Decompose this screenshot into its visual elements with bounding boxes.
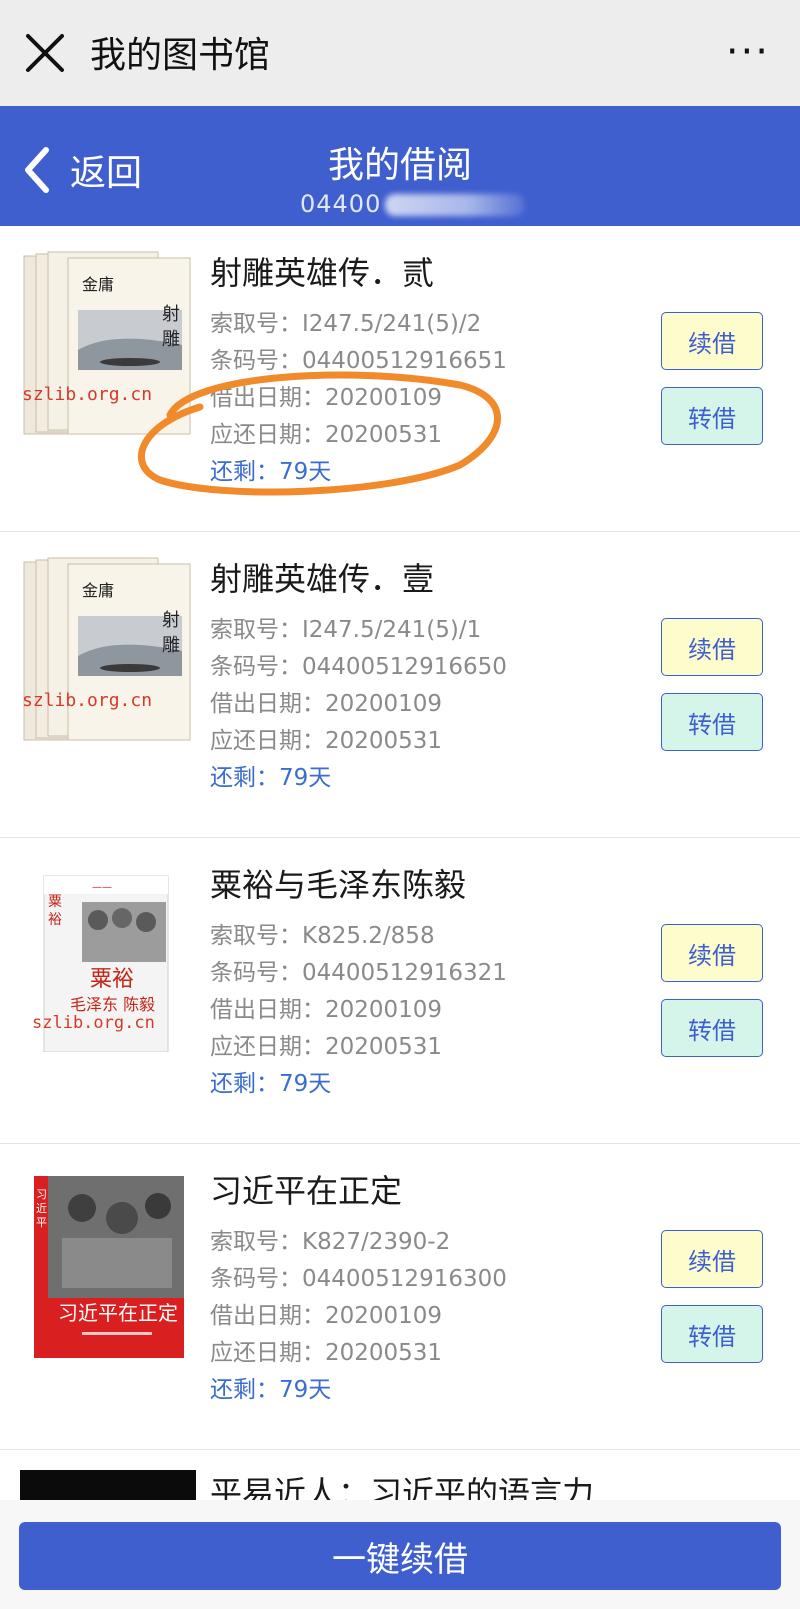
- svg-text:雕: 雕: [162, 329, 180, 350]
- svg-text:平: 平: [36, 1216, 47, 1229]
- one-key-renew-button[interactable]: 一键续借: [19, 1522, 781, 1590]
- svg-text:雕: 雕: [162, 635, 180, 656]
- call-number: 索取号：I247.5/241(5)/1: [210, 617, 482, 643]
- borrow-date: 借出日期：20200109: [210, 691, 443, 717]
- call-number: 索取号：K825.2/858: [210, 923, 435, 949]
- book-title[interactable]: 射雕英雄传．壹: [210, 554, 630, 600]
- cover-watermark: szlib.org.cn: [22, 384, 152, 405]
- svg-text:习: 习: [36, 1188, 47, 1201]
- loan-info: 习近平在正定 索取号：K827/2390-2 条码号：0440051291630…: [210, 1166, 630, 1409]
- loan-list[interactable]: 金庸 射 雕 szlib.org.cn 射雕英雄传．贰 索取号：I247.5/2…: [0, 226, 800, 1521]
- remaining-days: 还剩：79天: [210, 765, 332, 791]
- transfer-button[interactable]: 转借: [661, 1305, 763, 1363]
- transfer-button[interactable]: 转借: [661, 999, 763, 1057]
- svg-text:毛泽东 陈毅: 毛泽东 陈毅: [70, 995, 155, 1014]
- svg-text:射: 射: [162, 304, 180, 325]
- more-dots-icon[interactable]: ···: [726, 32, 770, 72]
- list-item: —— 粟 裕 粟裕 毛泽东 陈毅 szlib.org.cn 粟裕与毛泽东陈毅 索…: [0, 838, 800, 1144]
- call-number: 索取号：K827/2390-2: [210, 1229, 451, 1255]
- book-cover: 金庸 射 雕 szlib.org.cn: [22, 250, 194, 440]
- borrow-date: 借出日期：20200109: [210, 385, 443, 411]
- svg-text:裕: 裕: [48, 912, 62, 928]
- library-card-number: 04400: [300, 190, 526, 218]
- list-item: 金庸 射 雕 szlib.org.cn 射雕英雄传．壹 索取号：I247.5/2…: [0, 532, 800, 838]
- transfer-button[interactable]: 转借: [661, 387, 763, 445]
- barcode: 条码号：04400512916651: [210, 348, 507, 374]
- book-title[interactable]: 射雕英雄传．贰: [210, 248, 630, 294]
- renew-button[interactable]: 续借: [661, 1230, 763, 1288]
- window-title-bar: 我的图书馆 ···: [0, 0, 800, 106]
- loan-info: 粟裕与毛泽东陈毅 索取号：K825.2/858 条码号：044005129163…: [210, 860, 630, 1103]
- book-cover: 习 近 平 习近平在正定: [22, 1168, 194, 1358]
- due-date: 应还日期：20200531: [210, 422, 443, 448]
- remaining-days: 还剩：79天: [210, 1377, 332, 1403]
- card-number-blur: [385, 194, 526, 216]
- svg-text:射: 射: [162, 610, 180, 631]
- list-item: 习 近 平 习近平在正定 习近平在正定 索取号：K827/2390-2 条码号：…: [0, 1144, 800, 1450]
- due-date: 应还日期：20200531: [210, 1340, 443, 1366]
- due-date: 应还日期：20200531: [210, 1034, 443, 1060]
- barcode: 条码号：04400512916300: [210, 1266, 507, 1292]
- barcode: 条码号：04400512916321: [210, 960, 507, 986]
- remaining-days: 还剩：79天: [210, 459, 332, 485]
- svg-text:——: ——: [92, 882, 112, 893]
- svg-text:金庸: 金庸: [82, 581, 114, 600]
- book-title[interactable]: 习近平在正定: [210, 1166, 630, 1212]
- remaining-days: 还剩：79天: [210, 1071, 332, 1097]
- svg-text:近: 近: [36, 1202, 47, 1215]
- page-header: 返回 我的借阅 04400: [0, 106, 800, 226]
- svg-text:习近平在正定: 习近平在正定: [58, 1301, 178, 1325]
- renew-button[interactable]: 续借: [661, 618, 763, 676]
- svg-text:粟裕: 粟裕: [90, 967, 134, 992]
- book-cover: 金庸 射 雕 szlib.org.cn: [22, 556, 194, 746]
- borrow-date: 借出日期：20200109: [210, 997, 443, 1023]
- renew-button[interactable]: 续借: [661, 924, 763, 982]
- cover-watermark: szlib.org.cn: [32, 1013, 155, 1033]
- window-title: 我的图书馆: [90, 35, 271, 76]
- svg-text:粟: 粟: [48, 894, 62, 910]
- book-title[interactable]: 粟裕与毛泽东陈毅: [210, 860, 630, 906]
- book-cover: —— 粟 裕 粟裕 毛泽东 陈毅 szlib.org.cn: [22, 862, 194, 1053]
- card-number-visible: 04400: [300, 190, 382, 218]
- barcode: 条码号：04400512916650: [210, 654, 507, 680]
- loan-info: 射雕英雄传．壹 索取号：I247.5/241(5)/1 条码号：04400512…: [210, 554, 630, 797]
- close-icon[interactable]: [22, 30, 68, 76]
- loan-info: 射雕英雄传．贰 索取号：I247.5/241(5)/2 条码号：04400512…: [210, 248, 630, 491]
- page-title: 我的借阅: [327, 145, 472, 186]
- call-number: 索取号：I247.5/241(5)/2: [210, 311, 482, 337]
- list-item: 金庸 射 雕 szlib.org.cn 射雕英雄传．贰 索取号：I247.5/2…: [0, 226, 800, 532]
- borrow-date: 借出日期：20200109: [210, 1303, 443, 1329]
- due-date: 应还日期：20200531: [210, 728, 443, 754]
- cover-watermark: szlib.org.cn: [22, 690, 152, 711]
- svg-text:金庸: 金庸: [82, 275, 114, 294]
- transfer-button[interactable]: 转借: [661, 693, 763, 751]
- renew-button[interactable]: 续借: [661, 312, 763, 370]
